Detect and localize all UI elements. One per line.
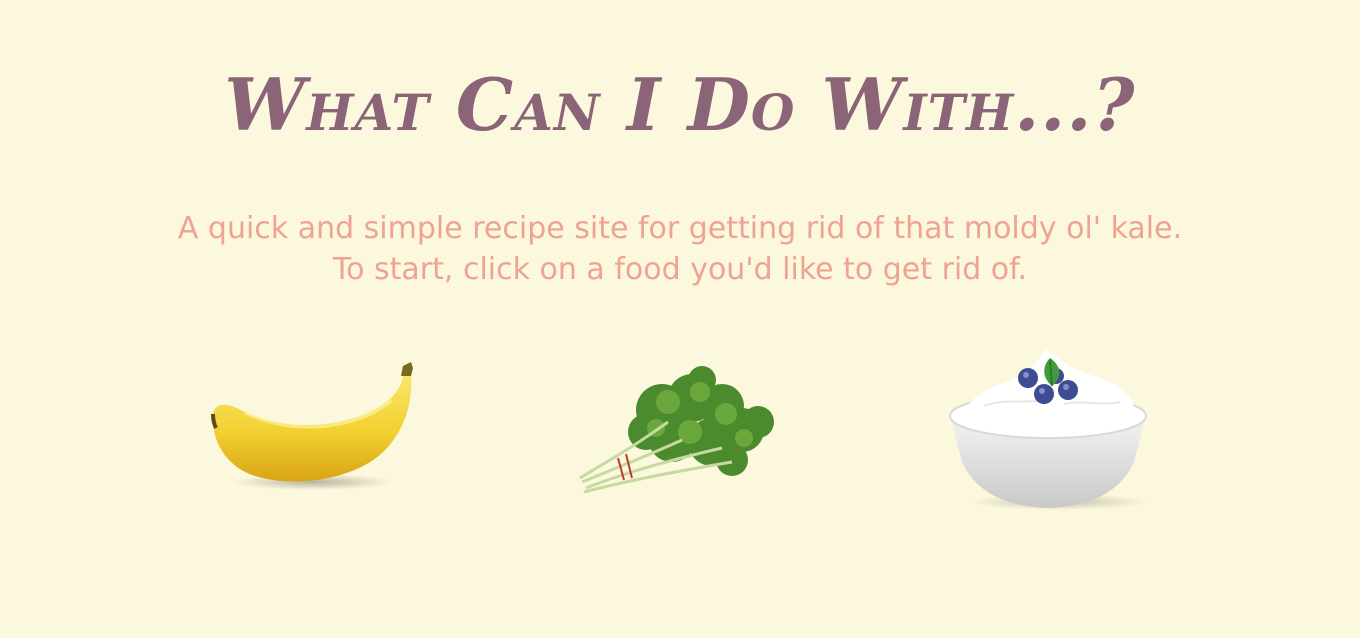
page: What Can I Do With...? A quick and simpl…	[0, 0, 1360, 638]
banana-image	[211, 362, 413, 490]
intro-line-2: To start, click on a food you'd like to …	[332, 252, 1028, 287]
intro-line-1: A quick and simple recipe site for getti…	[177, 211, 1183, 246]
food-kale[interactable]	[572, 362, 788, 497]
intro-text: A quick and simple recipe site for getti…	[0, 208, 1360, 290]
page-title: What Can I Do With...?	[224, 62, 1136, 147]
kale-image	[579, 366, 774, 494]
food-yogurt[interactable]	[944, 344, 1154, 512]
food-banana[interactable]	[205, 362, 420, 494]
yogurt-image	[949, 348, 1149, 510]
